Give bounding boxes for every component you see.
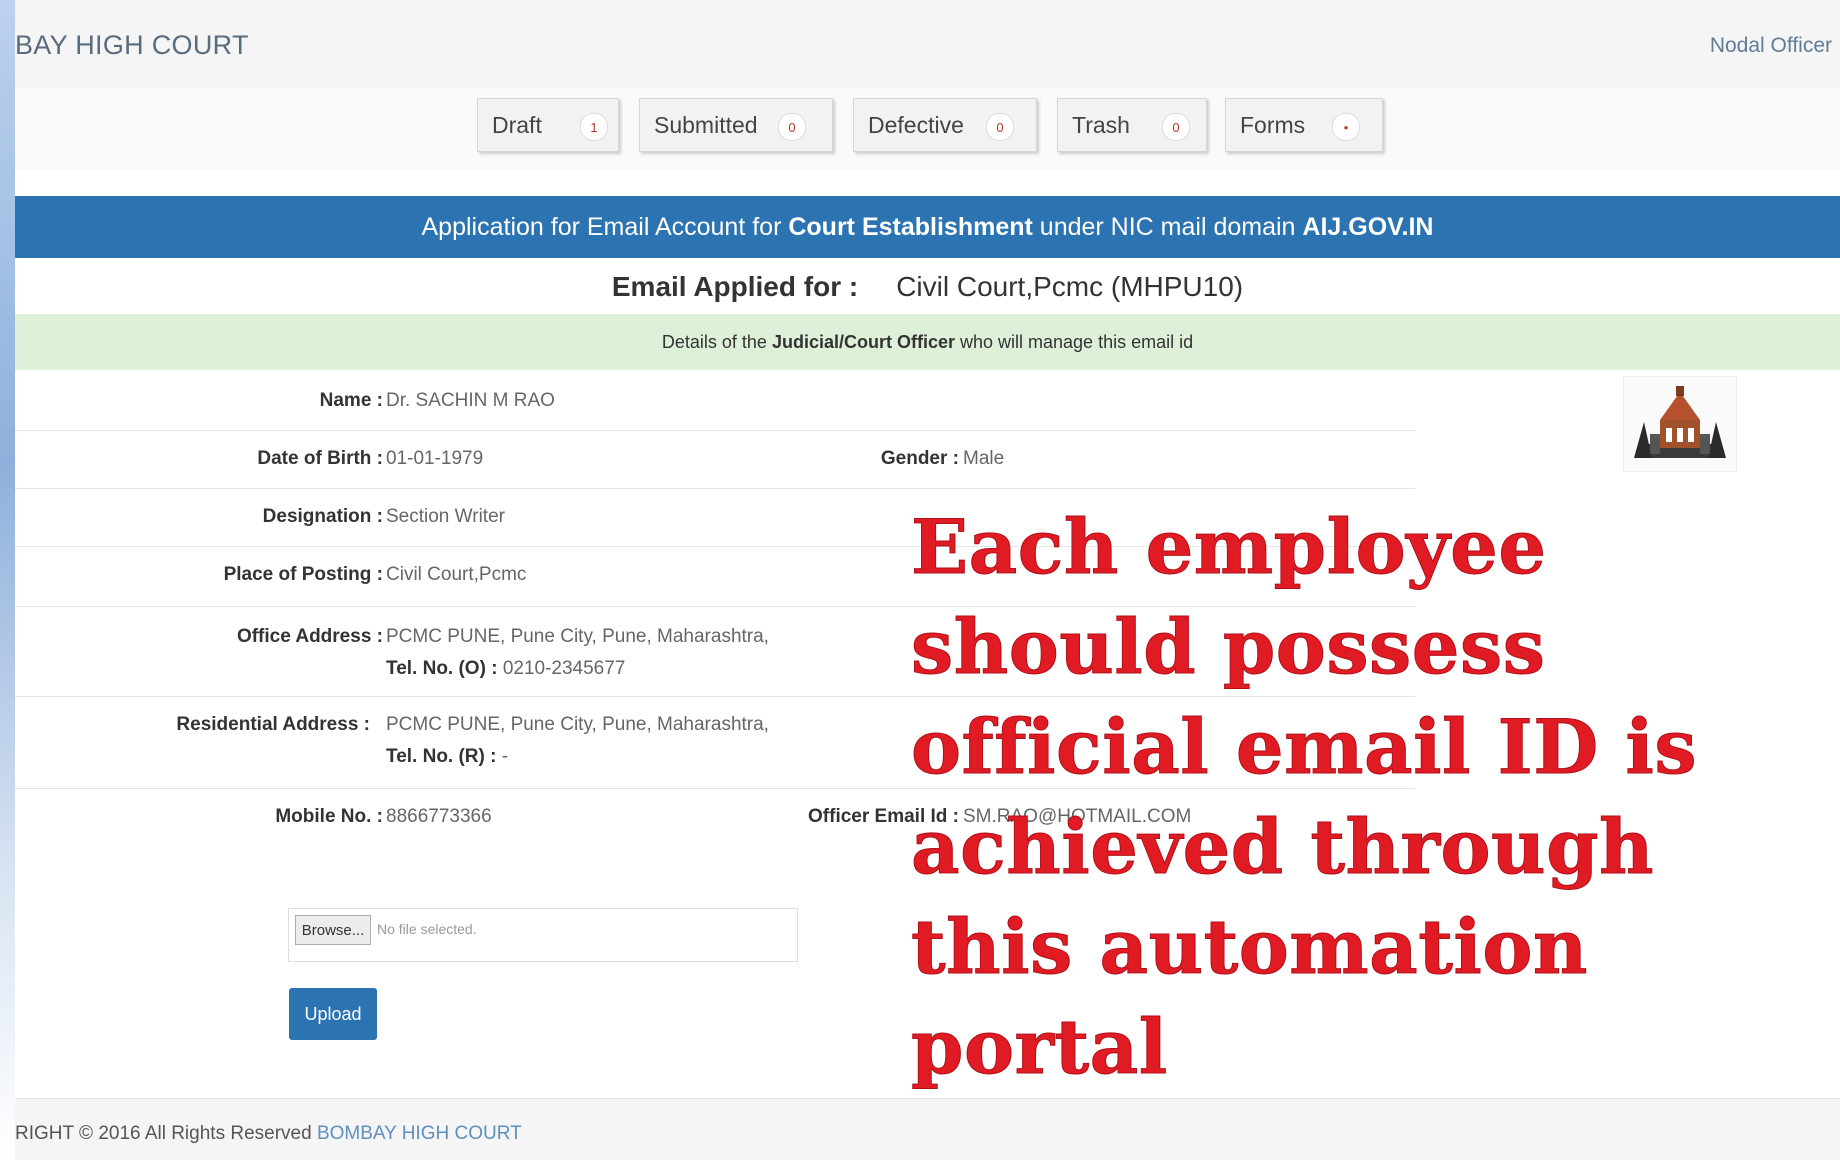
tab-forms-label: Forms bbox=[1240, 111, 1306, 138]
overlay-line-5: this automation bbox=[911, 903, 1588, 992]
email-applied-for: Email Applied for : Civil Court,Pcmc (MH… bbox=[15, 262, 1840, 312]
tab-submitted[interactable]: Submitted 0 bbox=[639, 98, 833, 152]
tab-forms[interactable]: Forms • bbox=[1225, 98, 1383, 152]
gender-value: Male bbox=[963, 448, 1005, 469]
residential-address-label: Residential Address : bbox=[176, 714, 370, 735]
high-court-emblem bbox=[1623, 376, 1737, 472]
office-address-value: PCMC PUNE, Pune City, Pune, Maharashtra, bbox=[386, 626, 769, 647]
name-label: Name : bbox=[319, 390, 383, 411]
posting-value: Civil Court,Pcmc bbox=[386, 564, 527, 585]
office-tel: Tel. No. (O) : 0210-2345677 bbox=[386, 658, 625, 680]
footer-text: RIGHT © 2016 All Rights Reserved bbox=[15, 1123, 317, 1144]
officer-banner-text-1: Details of the bbox=[661, 331, 772, 352]
tab-trash[interactable]: Trash 0 bbox=[1057, 98, 1207, 152]
draft-count-badge: 1 bbox=[580, 113, 608, 141]
tab-draft[interactable]: Draft 1 bbox=[477, 98, 619, 152]
office-address-label: Office Address : bbox=[236, 626, 383, 647]
residential-tel-value: - bbox=[501, 746, 509, 767]
banner-bold-1: Court Establishment bbox=[788, 212, 1033, 241]
tab-defective-label: Defective bbox=[868, 111, 964, 138]
banner-text-2: under NIC mail domain bbox=[1032, 212, 1303, 241]
dob-value: 01-01-1979 bbox=[386, 448, 484, 469]
row-residential-address: Residential Address : PCMC PUNE, Pune Ci… bbox=[15, 696, 1415, 789]
mobile-label: Mobile No. : bbox=[275, 806, 383, 827]
dob-label: Date of Birth : bbox=[257, 448, 383, 469]
top-navbar: BAY HIGH COURT Nodal Officer bbox=[15, 0, 1840, 89]
officer-email-label: Officer Email Id : bbox=[808, 806, 959, 827]
email-applied-label: Email Applied for : bbox=[611, 271, 859, 302]
residential-address-value: PCMC PUNE, Pune City, Pune, Maharashtra, bbox=[386, 714, 769, 735]
posting-label: Place of Posting : bbox=[223, 564, 383, 585]
submitted-count-badge: 0 bbox=[778, 113, 806, 141]
office-tel-value: 0210-2345677 bbox=[502, 658, 626, 679]
banner-text-1: Application for Email Account for bbox=[421, 212, 789, 241]
residential-tel: Tel. No. (R) : - bbox=[386, 746, 508, 768]
officer-details-banner: Details of the Judicial/Court Officer wh… bbox=[15, 314, 1840, 370]
residential-tel-label: Tel. No. (R) : bbox=[386, 746, 497, 767]
tab-submitted-label: Submitted bbox=[654, 111, 758, 138]
forms-count-badge: • bbox=[1332, 113, 1360, 141]
status-tabs-bar: Draft 1 Submitted 0 Defective 0 Trash 0 … bbox=[15, 88, 1840, 170]
browse-button[interactable]: Browse... bbox=[295, 915, 371, 945]
row-mobile-email: Mobile No. : 8866773366 Officer Email Id… bbox=[15, 788, 1415, 854]
no-file-selected-text: No file selected. bbox=[377, 921, 477, 937]
tab-draft-label: Draft bbox=[492, 111, 542, 138]
banner-bold-2: AIJ.GOV.IN bbox=[1302, 212, 1434, 241]
desktop-background-strip bbox=[0, 0, 15, 1159]
file-input[interactable]: Browse... No file selected. bbox=[288, 908, 798, 962]
brand-title[interactable]: BAY HIGH COURT bbox=[15, 30, 249, 61]
footer-court-link[interactable]: BOMBAY HIGH COURT bbox=[317, 1123, 522, 1144]
officer-banner-bold: Judicial/Court Officer bbox=[771, 331, 955, 352]
page: BAY HIGH COURT Nodal Officer Draft 1 Sub… bbox=[15, 0, 1840, 1160]
officer-email-value: SM.RAO@HOTMAIL.COM bbox=[963, 806, 1192, 827]
tab-defective[interactable]: Defective 0 bbox=[853, 98, 1037, 152]
row-name: Name : Dr. SACHIN M RAO bbox=[15, 372, 1415, 431]
footer: RIGHT © 2016 All Rights Reserved BOMBAY … bbox=[15, 1098, 1840, 1160]
gender-label: Gender : bbox=[880, 448, 959, 469]
name-value: Dr. SACHIN M RAO bbox=[386, 390, 555, 411]
upload-button[interactable]: Upload bbox=[289, 988, 377, 1040]
tab-trash-label: Trash bbox=[1072, 111, 1130, 138]
row-dob-gender: Date of Birth : 01-01-1979 Gender : Male bbox=[15, 430, 1415, 489]
officer-banner-text-2: who will manage this email id bbox=[955, 331, 1194, 352]
court-building-icon bbox=[1634, 386, 1726, 458]
defective-count-badge: 0 bbox=[986, 113, 1014, 141]
row-designation: Designation : Section Writer bbox=[15, 488, 1415, 547]
designation-label: Designation : bbox=[262, 506, 383, 527]
designation-value: Section Writer bbox=[386, 506, 505, 527]
trash-count-badge: 0 bbox=[1162, 113, 1190, 141]
row-place-of-posting: Place of Posting : Civil Court,Pcmc bbox=[15, 546, 1415, 607]
footer-copyright: RIGHT © 2016 All Rights Reserved BOMBAY … bbox=[15, 1123, 522, 1145]
row-office-address: Office Address : PCMC PUNE, Pune City, P… bbox=[15, 606, 1415, 697]
application-title-banner: Application for Email Account for Court … bbox=[15, 196, 1840, 258]
nodal-officer-link[interactable]: Nodal Officer bbox=[1710, 34, 1832, 58]
email-applied-value: Civil Court,Pcmc (MHPU10) bbox=[896, 271, 1244, 302]
overlay-line-6: portal bbox=[911, 1003, 1168, 1092]
office-tel-label: Tel. No. (O) : bbox=[386, 658, 498, 679]
mobile-value: 8866773366 bbox=[386, 806, 492, 827]
